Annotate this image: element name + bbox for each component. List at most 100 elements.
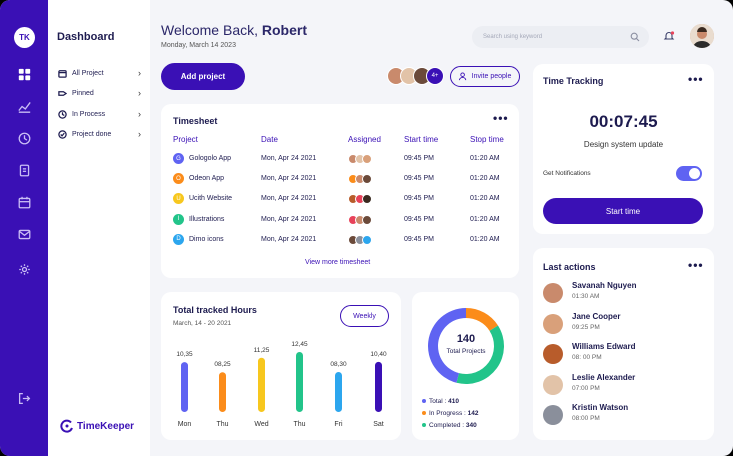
legend-value: 410 bbox=[448, 398, 460, 405]
weekly-filter-button[interactable]: Weekly bbox=[340, 305, 389, 327]
sidebar-item-in-process[interactable]: In Process › bbox=[57, 107, 145, 121]
action-time: 08:00 PM bbox=[572, 415, 600, 422]
person-name: Kristin Watson bbox=[572, 403, 629, 412]
column-header-date: Date bbox=[261, 135, 278, 144]
table-row[interactable]: I Illustrations Mon, Apr 24 2021 09:45 PM 01… bbox=[173, 213, 513, 229]
chevron-right-icon: › bbox=[138, 88, 141, 98]
list-item[interactable]: Leslie Alexander 07:00 PM bbox=[543, 373, 703, 399]
avatar bbox=[362, 214, 372, 225]
avatar bbox=[362, 194, 372, 205]
logout-icon[interactable] bbox=[16, 390, 32, 406]
table-row[interactable]: O Odeon App Mon, Apr 24 2021 09:45 PM 01:20 … bbox=[173, 172, 513, 188]
legend-label: Completed : bbox=[429, 422, 466, 429]
donut-slice bbox=[466, 308, 498, 331]
project-name: Dimo icons bbox=[189, 235, 224, 243]
chevron-right-icon: › bbox=[138, 129, 141, 139]
tracked-hours-range: March, 14 - 20 2021 bbox=[173, 320, 232, 327]
view-more-timesheet-link[interactable]: View more timesheet bbox=[305, 259, 370, 266]
bar-wed bbox=[258, 357, 265, 412]
pin-icon bbox=[57, 88, 67, 98]
sidebar-item-project-done[interactable]: Project done › bbox=[57, 127, 145, 141]
settings-icon[interactable] bbox=[16, 261, 32, 277]
team-avatars[interactable]: 4+ bbox=[387, 67, 444, 87]
start-time: 09:45 PM bbox=[404, 195, 434, 203]
avatar bbox=[543, 283, 563, 303]
sidebar-item-pinned[interactable]: Pinned › bbox=[57, 86, 145, 100]
tracked-hours-chart: 10,35 Mon 08,25 Thu 11,25 Wed 12,45 Thu 08,30 Fri… bbox=[176, 341, 387, 428]
bar-category-label: Mon bbox=[178, 421, 192, 428]
bar-mon bbox=[181, 362, 188, 412]
assigned-avatars bbox=[348, 214, 372, 225]
avatar bbox=[543, 405, 563, 425]
more-options-icon[interactable]: ••• bbox=[688, 258, 704, 272]
dashboard-icon[interactable] bbox=[16, 66, 32, 82]
profile-avatar[interactable] bbox=[690, 24, 714, 48]
action-time: 08: 00 PM bbox=[572, 354, 602, 361]
analytics-icon[interactable] bbox=[16, 98, 32, 114]
folder-icon bbox=[57, 68, 67, 78]
user-initials-badge[interactable]: TK bbox=[14, 27, 35, 48]
timesheet-card bbox=[161, 104, 519, 278]
project-date: Mon, Apr 24 2021 bbox=[261, 195, 317, 203]
avatar bbox=[362, 154, 372, 164]
bar-category-label: Thu bbox=[216, 421, 228, 428]
sidebar-title: Dashboard bbox=[57, 31, 115, 43]
stop-time: 01:20 AM bbox=[470, 235, 500, 243]
project-avatar: U bbox=[173, 193, 184, 205]
list-item[interactable]: Savanah Nguyen 01:30 AM bbox=[543, 281, 703, 307]
sidebar-item-label: In Process bbox=[72, 110, 106, 118]
stop-time: 01:20 AM bbox=[470, 215, 500, 223]
project-name: Illustrations bbox=[189, 215, 225, 223]
more-options-icon[interactable]: ••• bbox=[493, 111, 509, 125]
time-tracking-title: Time Tracking bbox=[543, 76, 604, 86]
document-icon[interactable] bbox=[16, 162, 32, 178]
chevron-right-icon: › bbox=[138, 109, 141, 119]
legend-value: 142 bbox=[467, 410, 479, 417]
column-header-assigned: Assigned bbox=[348, 135, 381, 144]
project-avatar: D bbox=[173, 233, 184, 245]
project-date: Mon, Apr 24 2021 bbox=[261, 215, 317, 223]
list-item[interactable]: Williams Edward 08: 00 PM bbox=[543, 342, 703, 368]
calendar-icon[interactable] bbox=[16, 194, 32, 210]
project-date: Mon, Apr 24 2021 bbox=[261, 175, 317, 183]
start-time-button[interactable]: Start time bbox=[543, 198, 703, 224]
legend-dot bbox=[422, 411, 426, 416]
project-avatar: I bbox=[173, 213, 184, 225]
start-time: 09:45 PM bbox=[404, 155, 434, 162]
start-time: 09:45 PM bbox=[404, 175, 434, 183]
bar-category-label: Fri bbox=[334, 421, 343, 428]
notifications-toggle[interactable] bbox=[676, 166, 702, 181]
sidebar: Dashboard All Project › Pinned › In Proc… bbox=[48, 0, 150, 456]
bar-category-label: Wed bbox=[254, 421, 268, 428]
list-item[interactable]: Kristin Watson 08:00 PM bbox=[543, 403, 703, 429]
check-circle-icon bbox=[57, 129, 67, 139]
donut-slice bbox=[427, 308, 466, 383]
list-item[interactable]: Jane Cooper 09:25 PM bbox=[543, 312, 703, 338]
bar-value-label: 10,35 bbox=[176, 351, 193, 358]
column-header-stop-time: Stop time bbox=[470, 135, 504, 144]
notification-bell-icon[interactable] bbox=[663, 30, 675, 42]
mail-icon[interactable] bbox=[16, 226, 32, 242]
avatar bbox=[362, 174, 372, 185]
avatar bbox=[543, 313, 563, 334]
search-icon[interactable] bbox=[630, 32, 640, 42]
donut-total-value: 140 bbox=[456, 333, 476, 345]
assigned-avatars bbox=[348, 234, 372, 245]
legend-value: 340 bbox=[465, 422, 477, 429]
legend-dot bbox=[422, 399, 426, 404]
add-project-button[interactable]: Add project bbox=[161, 63, 245, 90]
table-row[interactable]: G Gologolo App Mon, Apr 24 2021 09:45 PM 01:… bbox=[173, 152, 513, 168]
person-name: Williams Edward bbox=[572, 342, 636, 351]
person-name: Savanah Nguyen bbox=[572, 281, 637, 290]
invite-people-button[interactable]: Invite people bbox=[450, 66, 520, 87]
more-options-icon[interactable]: ••• bbox=[688, 72, 704, 86]
table-row[interactable]: U Ucith Website Mon, Apr 24 2021 09:45 PM 01… bbox=[173, 192, 513, 208]
sidebar-item-all-project[interactable]: All Project › bbox=[57, 66, 145, 80]
project-avatar: O bbox=[173, 173, 184, 185]
timer-display: 00:07:45 bbox=[589, 112, 658, 131]
table-row[interactable]: D Dimo icons Mon, Apr 24 2021 09:45 PM 01:20… bbox=[173, 233, 513, 249]
bar-fri bbox=[335, 372, 342, 412]
chevron-right-icon: › bbox=[138, 68, 141, 78]
clock-icon[interactable] bbox=[16, 130, 32, 146]
search-input[interactable]: Search using keyword bbox=[472, 26, 649, 48]
